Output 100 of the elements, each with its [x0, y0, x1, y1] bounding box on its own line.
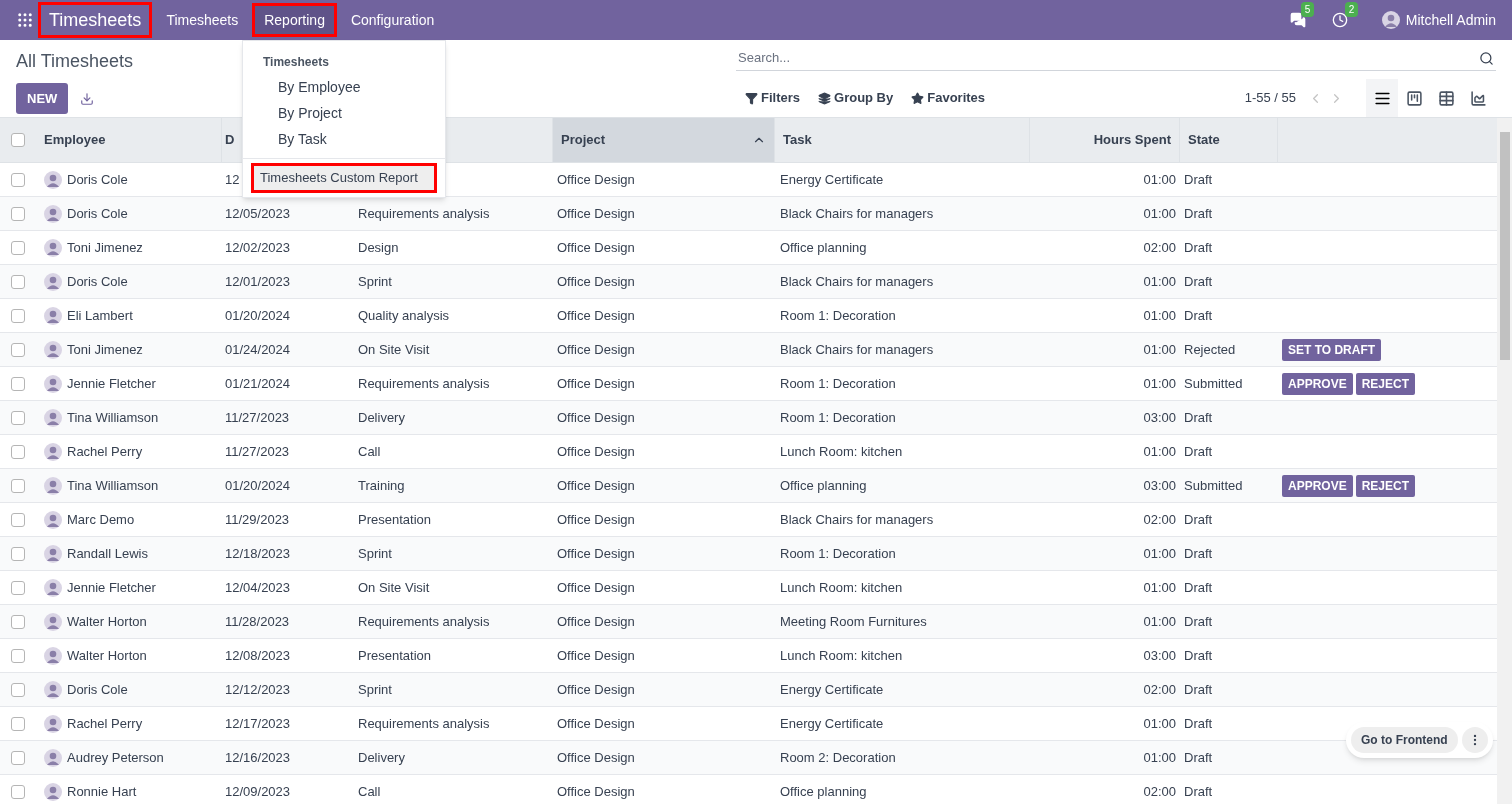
dropdown-item[interactable]: By Task	[253, 129, 435, 149]
description-cell: Delivery	[358, 749, 405, 765]
search-field[interactable]: Search...	[738, 48, 1479, 68]
employee-cell-text: Toni Jimenez	[67, 238, 143, 257]
date-cell: 12/02/2023	[225, 239, 291, 255]
description-cell: Requirements analysis	[358, 715, 490, 731]
new-button[interactable]: NEW	[16, 83, 69, 114]
checkbox[interactable]	[11, 716, 25, 731]
date-cell: 11/27/2023	[225, 443, 290, 459]
checkbox[interactable]	[11, 478, 25, 493]
scrollbar[interactable]	[1497, 118, 1512, 804]
avatar-icon	[44, 374, 62, 393]
checkbox[interactable]	[11, 342, 25, 357]
checkbox[interactable]	[11, 546, 25, 561]
checkbox[interactable]	[11, 444, 25, 459]
row-action-button[interactable]: APPROVE	[1282, 372, 1353, 395]
avatar-icon	[44, 408, 62, 427]
filter-menu-button[interactable]: Favorites	[902, 88, 995, 108]
hours-cell: 02:00	[1143, 681, 1176, 697]
avatar-icon	[44, 510, 62, 529]
column-header[interactable]: Employee	[36, 118, 222, 162]
checkbox[interactable]	[11, 682, 25, 697]
state-cell: Draft	[1184, 715, 1213, 731]
date-cell: 12/01/2023	[225, 273, 291, 289]
employee-cell-text: Doris Cole	[67, 680, 128, 699]
clock-icon[interactable]	[1331, 12, 1348, 28]
checkbox[interactable]	[11, 512, 25, 527]
hours-cell: 02:00	[1143, 783, 1176, 799]
date-cell: 12/09/2023	[225, 783, 291, 799]
task-cell: Office planning	[780, 783, 867, 799]
avatar-icon	[44, 272, 62, 291]
filter-icon	[745, 91, 758, 105]
row-action-button[interactable]: APPROVE	[1282, 474, 1353, 497]
dropdown-item[interactable]: By Project	[253, 103, 435, 123]
state-cell: Draft	[1184, 239, 1213, 255]
state-cell: Submitted	[1184, 477, 1243, 493]
checkbox[interactable]	[11, 614, 25, 629]
task-cell: Meeting Room Furnitures	[780, 613, 927, 629]
activity-count-badge: 2	[1344, 2, 1359, 17]
table-icon	[1437, 89, 1455, 107]
more-options-button[interactable]	[1461, 727, 1488, 753]
avatar-icon	[44, 612, 62, 631]
message-count-badge: 5	[1300, 2, 1315, 17]
checkbox[interactable]	[11, 206, 25, 221]
avatar-icon	[44, 476, 62, 495]
date-cell: 01/21/2024	[225, 375, 291, 391]
employee-cell-text: Tina Williamson	[67, 408, 159, 427]
task-cell: Room 1: Decoration	[780, 375, 896, 391]
avatar-icon	[44, 714, 62, 733]
avatar-icon	[44, 442, 62, 461]
chat-icon[interactable]	[1289, 12, 1306, 28]
checkbox[interactable]	[11, 648, 25, 663]
column-header[interactable]: State	[1180, 118, 1278, 162]
hours-cell: 02:00	[1143, 239, 1176, 255]
checkbox[interactable]	[11, 172, 25, 187]
checkbox[interactable]	[11, 376, 25, 391]
filter-menu-button[interactable]: Filters	[736, 88, 809, 108]
checkbox[interactable]	[11, 580, 25, 595]
checkbox[interactable]	[11, 308, 25, 323]
menu-item[interactable]: Reporting	[252, 3, 337, 37]
row-action-button[interactable]: SET TO DRAFT	[1282, 338, 1382, 361]
column-header[interactable]: Task	[775, 118, 1030, 162]
project-cell: Office Design	[557, 681, 635, 697]
hours-cell: 01:00	[1143, 579, 1176, 595]
filter-menu-button[interactable]: Group By	[809, 88, 903, 108]
apps-grid-icon[interactable]	[16, 11, 34, 29]
kanban-icon	[1405, 89, 1423, 107]
menu-item[interactable]: Timesheets	[154, 3, 251, 37]
date-cell: 01/20/2024	[225, 477, 291, 493]
avatar-icon	[44, 340, 62, 359]
date-cell: 12/04/2023	[225, 579, 291, 595]
checkbox[interactable]	[11, 274, 25, 289]
state-cell: Draft	[1184, 511, 1213, 527]
project-cell: Office Design	[557, 647, 635, 663]
view-switch[interactable]	[1366, 79, 1398, 117]
dropdown-item[interactable]: By Employee	[253, 77, 435, 97]
checkbox[interactable]	[11, 750, 25, 765]
description-cell: Training	[358, 477, 405, 493]
row-action-button[interactable]: REJECT	[1355, 372, 1416, 395]
date-cell: 11/29/2023	[225, 511, 290, 527]
menu-item[interactable]: Configuration	[338, 3, 447, 37]
user-name[interactable]: Mitchell Admin	[1405, 9, 1496, 31]
go-to-frontend-button[interactable]: Go to Frontend	[1351, 727, 1458, 753]
task-cell: Black Chairs for managers	[780, 205, 934, 221]
search-icon[interactable]	[1479, 50, 1494, 66]
employee-cell-text: Doris Cole	[67, 170, 128, 189]
employee-cell-text: Doris Cole	[67, 272, 128, 291]
column-header[interactable]: Hours Spent	[1030, 118, 1180, 162]
checkbox[interactable]	[11, 240, 25, 255]
column-header[interactable]: Project	[553, 118, 775, 162]
checkbox[interactable]	[11, 133, 25, 147]
app-name[interactable]: Timesheets	[38, 2, 153, 38]
checkbox[interactable]	[11, 410, 25, 425]
employee-cell-text: Marc Demo	[67, 510, 135, 529]
download-icon[interactable]	[80, 91, 95, 106]
dropdown-item[interactable]: Timesheets Custom Report	[251, 163, 437, 193]
pager: 1-55 / 55	[1244, 89, 1296, 108]
row-action-button[interactable]: REJECT	[1355, 474, 1416, 497]
hours-cell: 01:00	[1143, 443, 1176, 459]
checkbox[interactable]	[11, 784, 25, 799]
